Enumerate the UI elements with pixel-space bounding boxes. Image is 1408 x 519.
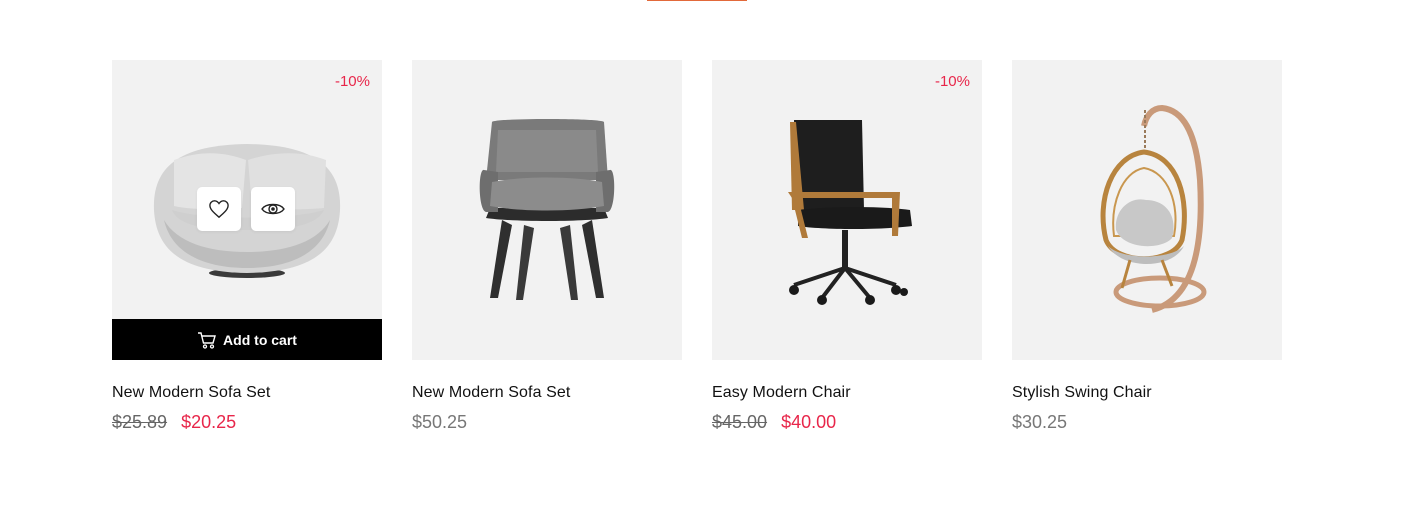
- regular-price: $30.25: [1012, 412, 1068, 432]
- wishlist-button[interactable]: [197, 187, 241, 231]
- product-prices: $25.89 $20.25: [112, 412, 382, 433]
- quick-actions: [197, 187, 295, 231]
- cart-icon: [198, 331, 216, 349]
- add-to-cart-button[interactable]: Add to cart: [112, 319, 382, 360]
- original-price: $45.00: [712, 412, 768, 432]
- grey-armchair-image: [479, 119, 615, 300]
- original-price: $25.89: [112, 412, 168, 432]
- product-image-area[interactable]: -10%: [712, 60, 982, 360]
- product-title[interactable]: Easy Modern Chair: [712, 384, 982, 402]
- product-image-area[interactable]: -10%: [112, 60, 382, 360]
- product-card[interactable]: Stylish Swing Chair $30.25: [1012, 60, 1282, 433]
- product-prices: $45.00 $40.00: [712, 412, 982, 433]
- discount-badge: -10%: [934, 73, 970, 90]
- section-accent-line: [647, 0, 747, 1]
- product-title[interactable]: New Modern Sofa Set: [112, 384, 382, 402]
- regular-price: $50.25: [412, 412, 468, 432]
- product-prices: $30.25: [1012, 412, 1282, 433]
- product-title[interactable]: New Modern Sofa Set: [412, 384, 682, 402]
- product-image-area[interactable]: [1012, 60, 1282, 360]
- product-prices: $50.25: [412, 412, 682, 433]
- product-image-area[interactable]: [412, 60, 682, 360]
- product-grid: -10% Add to cart New Modern Sofa Set $25…: [112, 60, 1282, 433]
- quick-view-button[interactable]: [251, 187, 295, 231]
- sale-price: $40.00: [781, 412, 837, 432]
- office-chair-image: [788, 120, 912, 305]
- discount-badge: -10%: [334, 73, 370, 90]
- product-card[interactable]: New Modern Sofa Set $50.25: [412, 60, 682, 433]
- swing-chair-image: [1100, 104, 1207, 313]
- product-title[interactable]: Stylish Swing Chair: [1012, 384, 1282, 402]
- heart-icon: [209, 200, 229, 219]
- add-to-cart-label: Add to cart: [223, 331, 297, 348]
- eye-icon: [261, 203, 285, 215]
- product-card[interactable]: -10% Easy Modern Chair $45.00 $40.00: [712, 60, 982, 433]
- product-card[interactable]: -10% Add to cart New Modern Sofa Set $25…: [112, 60, 382, 433]
- sale-price: $20.25: [181, 412, 237, 432]
